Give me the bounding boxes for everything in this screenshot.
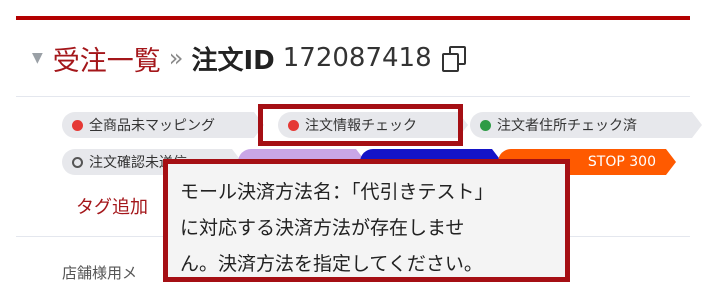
header-divider bbox=[16, 96, 690, 97]
order-id-value: 172087418 bbox=[282, 43, 432, 73]
status-dot-red-icon bbox=[72, 120, 83, 131]
status-dot-outline-icon bbox=[72, 157, 83, 168]
collapse-caret-icon[interactable]: ▼ bbox=[32, 50, 43, 66]
tooltip-line: に対応する決済方法が存在しませ bbox=[180, 217, 465, 239]
tooltip-line: ん。決済方法を指定してください。 bbox=[180, 253, 483, 275]
breadcrumb-separator: » bbox=[168, 44, 184, 72]
copy-icon[interactable] bbox=[441, 46, 466, 72]
error-tooltip: モール決済方法名：「代引きテスト」 に対応する決済方法が存在しませ ん。決済方法… bbox=[163, 159, 570, 282]
add-tag-link[interactable]: タグ追加 bbox=[76, 193, 148, 219]
tooltip-line: モール決済方法名：「代引きテスト」 bbox=[180, 181, 494, 203]
store-memo-label: 店舗様用メ bbox=[62, 264, 138, 282]
tag-buyer-address-checked[interactable]: 注文者住所チェック済 bbox=[470, 112, 702, 138]
tag-all-items-unmapped[interactable]: 全商品未マッピング bbox=[62, 112, 264, 138]
highlight-box bbox=[258, 104, 463, 146]
page-header: ▼ 受注一覧 » 注文ID 172087418 bbox=[32, 38, 466, 78]
breadcrumb-order-list-link[interactable]: 受注一覧 bbox=[53, 39, 161, 78]
status-dot-green-icon bbox=[480, 120, 491, 131]
page-title: 注文ID bbox=[191, 45, 275, 76]
top-accent-bar bbox=[16, 16, 690, 20]
